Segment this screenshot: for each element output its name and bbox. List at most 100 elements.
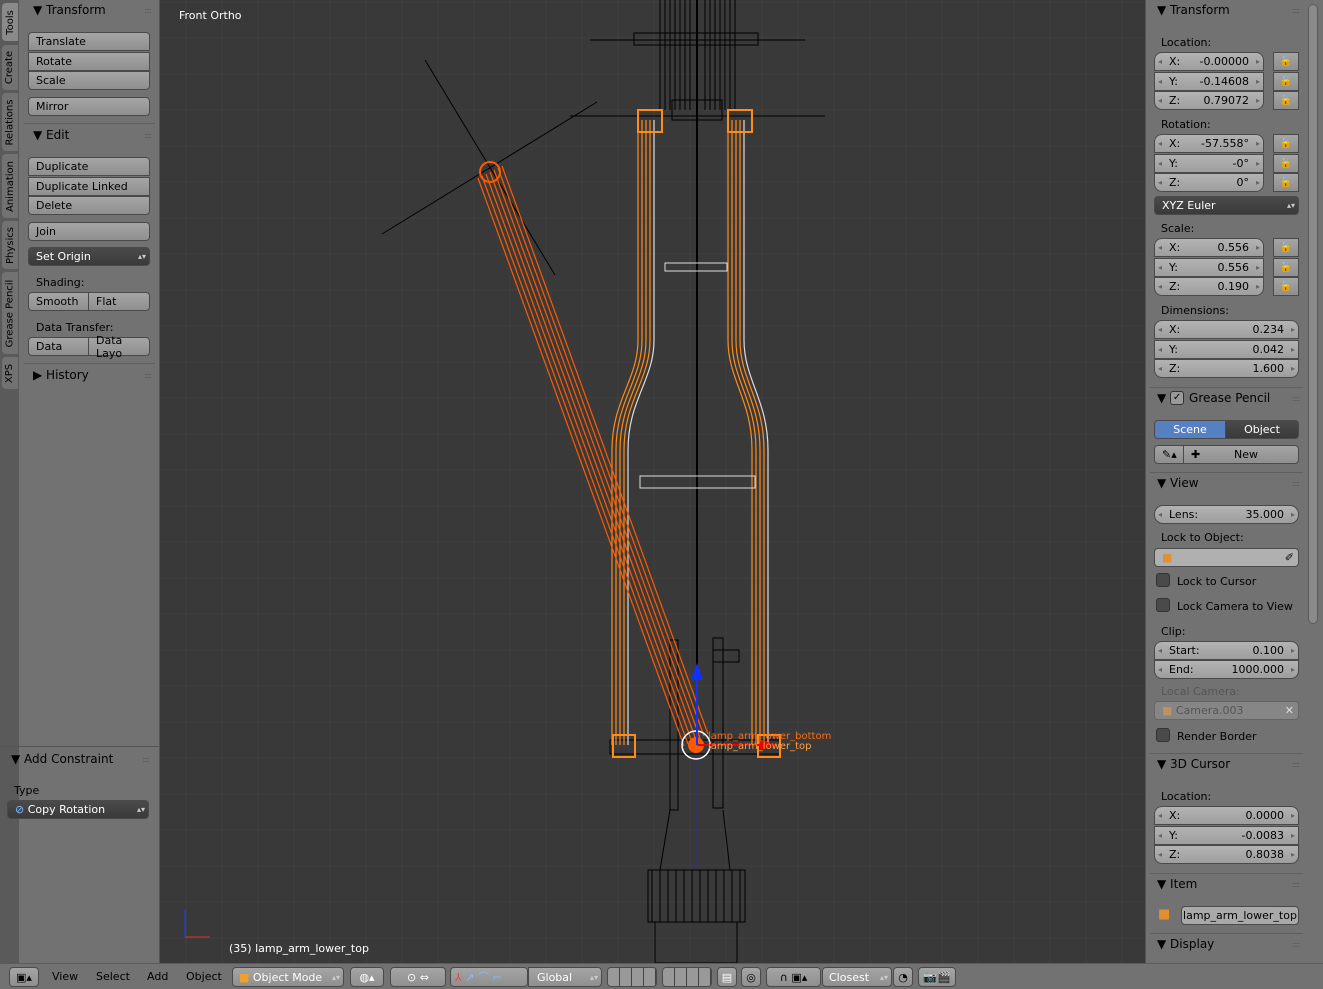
wire-line [712,637,724,809]
lock-icon[interactable]: 🔓 [1273,173,1299,192]
lock-layers-icon[interactable]: ▤ [717,967,737,987]
tab-xps[interactable]: XPS [2,357,18,389]
clip-end-field[interactable]: End: 1000.000 [1154,660,1299,679]
snap-target-dropdown[interactable]: Closest ▴▾ [822,967,892,987]
render-border-checkbox[interactable] [1156,728,1170,742]
lock-icon[interactable]: 🔓 [1273,238,1299,257]
grease-pencil-checkbox[interactable]: ✓ [1170,391,1185,405]
constraint-type-dropdown[interactable]: ⊘ Copy Rotation ▴▾ [7,800,149,819]
panel-grease-pencil-header[interactable]: ▼ ✓ Grease Pencil:::: [1157,391,1300,405]
mirror-button[interactable]: Mirror [28,97,150,116]
scene-tab[interactable]: Scene [1154,420,1226,439]
new-button[interactable]: ✚ New [1183,445,1299,464]
dimensions-x-field[interactable]: X: 0.234 [1154,320,1299,339]
panel-item-header[interactable]: ▼ Item:::: [1157,877,1300,891]
duplicate-linked-button[interactable]: Duplicate Linked [28,176,150,196]
render-buttons[interactable]: 📷🎬 [918,967,956,987]
data-layout-button[interactable]: Data Layo [88,334,150,360]
pivot-dropdown[interactable]: ⊙ ⇔ [390,967,446,987]
lock-icon[interactable]: 🔓 [1273,257,1299,277]
orientation-dropdown[interactable]: Global ▴▾ [528,967,602,987]
tab-grease-pencil[interactable]: Grease Pencil [2,272,18,354]
panel-display-header[interactable]: ▼ Display:::: [1157,937,1300,951]
set-origin-dropdown[interactable]: Set Origin ▴▾ [28,247,150,266]
snap-toggle[interactable]: ∩ ▣▴ [766,967,821,987]
rotation-z-field[interactable]: Z: 0° [1154,173,1264,192]
smooth-button[interactable]: Smooth [28,292,89,311]
scale-label: Scale: [1161,222,1195,235]
pencil-icon[interactable]: ✎▴ [1154,445,1184,464]
flat-button[interactable]: Flat [88,292,150,311]
location-x-field[interactable]: X: -0.00000 [1154,52,1264,71]
lock-icon[interactable]: 🔓 [1273,134,1299,153]
dimensions-z-field[interactable]: Z: 1.600 [1154,359,1299,378]
panel-3d-cursor-header[interactable]: ▼ 3D Cursor:::: [1157,757,1300,771]
scale-x-field[interactable]: X: 0.556 [1154,238,1264,257]
panel-edit-header[interactable]: ▼ Edit:::: [33,128,152,142]
dimensions-y-field[interactable]: Y: 0.042 [1154,339,1299,359]
cursor-z-field[interactable]: Z: 0.8038 [1154,845,1299,864]
lock-camera-checkbox[interactable] [1156,598,1170,612]
panel-transform-header[interactable]: ▼ Transform:::: [1157,3,1300,17]
scale-z-field[interactable]: Z: 0.190 [1154,277,1264,296]
object-tab[interactable]: Object [1225,420,1299,439]
tab-label: XPS [4,363,16,383]
tab-physics[interactable]: Physics [2,221,18,269]
mode-dropdown[interactable]: ■ Object Mode ▴▾ [232,967,344,987]
object-name-field[interactable]: lamp_arm_lower_top [1181,906,1299,925]
dropdown-label: Closest [829,970,870,984]
delete-button[interactable]: Delete [28,196,150,215]
field-value: 0.556 [1217,241,1250,254]
menu-object[interactable]: Object [186,970,222,983]
panel-view-header[interactable]: ▼ View:::: [1157,476,1300,490]
lock-to-cursor-checkbox[interactable] [1156,573,1170,587]
data-button[interactable]: Data [28,337,89,356]
tab-tools[interactable]: Tools [2,3,18,41]
rotate-icon: ⌒ [477,971,489,984]
lock-icon[interactable]: 🔓 [1273,153,1299,173]
tab-label: Relations [4,99,16,145]
location-z-field[interactable]: Z: 0.79072 [1154,91,1264,110]
scale-button[interactable]: Scale [28,71,150,90]
cursor-y-field[interactable]: Y: -0.0083 [1154,825,1299,845]
menu-view[interactable]: View [52,970,78,983]
editor-type-button[interactable]: ▣▴ [9,967,39,987]
menu-add[interactable]: Add [147,970,168,983]
layers-grid-1[interactable] [607,967,657,987]
tab-animation[interactable]: Animation [2,154,18,218]
duplicate-button[interactable]: Duplicate [28,157,150,176]
cursor-x-field[interactable]: X: 0.0000 [1154,806,1299,825]
shading-dropdown[interactable]: ◍▴ [350,967,384,987]
clip-start-field[interactable]: Start: 0.100 [1154,641,1299,660]
menu-select[interactable]: Select [96,970,130,983]
rotation-x-field[interactable]: X: -57.558° [1154,134,1264,153]
properties-scrollbar[interactable] [1308,4,1318,624]
rotation-y-field[interactable]: Y: -0° [1154,153,1264,173]
manipulator-buttons[interactable]: ⅄ ↗ ⌒ ⌐ [450,967,528,987]
lock-icon[interactable]: 🔓 [1273,277,1299,296]
lock-icon[interactable]: 🔓 [1273,91,1299,110]
lens-field[interactable]: Lens: 35.000 [1154,505,1299,524]
panel-operator-header[interactable]: ▼ Add Constraint:::: [11,752,150,766]
tab-relations[interactable]: Relations [2,93,18,151]
proportional-edit-icon[interactable]: ◎ [741,967,761,987]
rotate-button[interactable]: Rotate [28,51,150,71]
panel-title: 3D Cursor [1170,757,1231,771]
snap-rotate-icon[interactable]: ◔ [893,967,913,987]
lock-object-field[interactable]: ■ ✐ [1154,548,1299,567]
tab-create[interactable]: Create [2,45,18,90]
panel-transform-header[interactable]: ▼ Transform:::: [33,3,152,17]
lock-icon[interactable]: 🔓 [1273,71,1299,91]
panel-title: View [1170,476,1199,490]
layers-grid-2[interactable] [662,967,712,987]
translate-button[interactable]: Translate [28,32,150,51]
3d-viewport[interactable]: Front Ortho (35) lamp_arm_lower_top lamp… [160,0,1145,963]
lock-icon[interactable]: 🔓 [1273,52,1299,71]
location-y-field[interactable]: Y: -0.14608 [1154,71,1264,91]
panel-history-header[interactable]: ▶ History:::: [33,368,152,382]
scale-y-field[interactable]: Y: 0.556 [1154,257,1264,277]
rotation-mode-dropdown[interactable]: XYZ Euler ▴▾ [1154,196,1299,215]
join-button[interactable]: Join [28,222,150,241]
panel-title: Transform [46,3,106,17]
local-camera-field[interactable]: ■ Camera.003 ✕ [1154,701,1299,720]
